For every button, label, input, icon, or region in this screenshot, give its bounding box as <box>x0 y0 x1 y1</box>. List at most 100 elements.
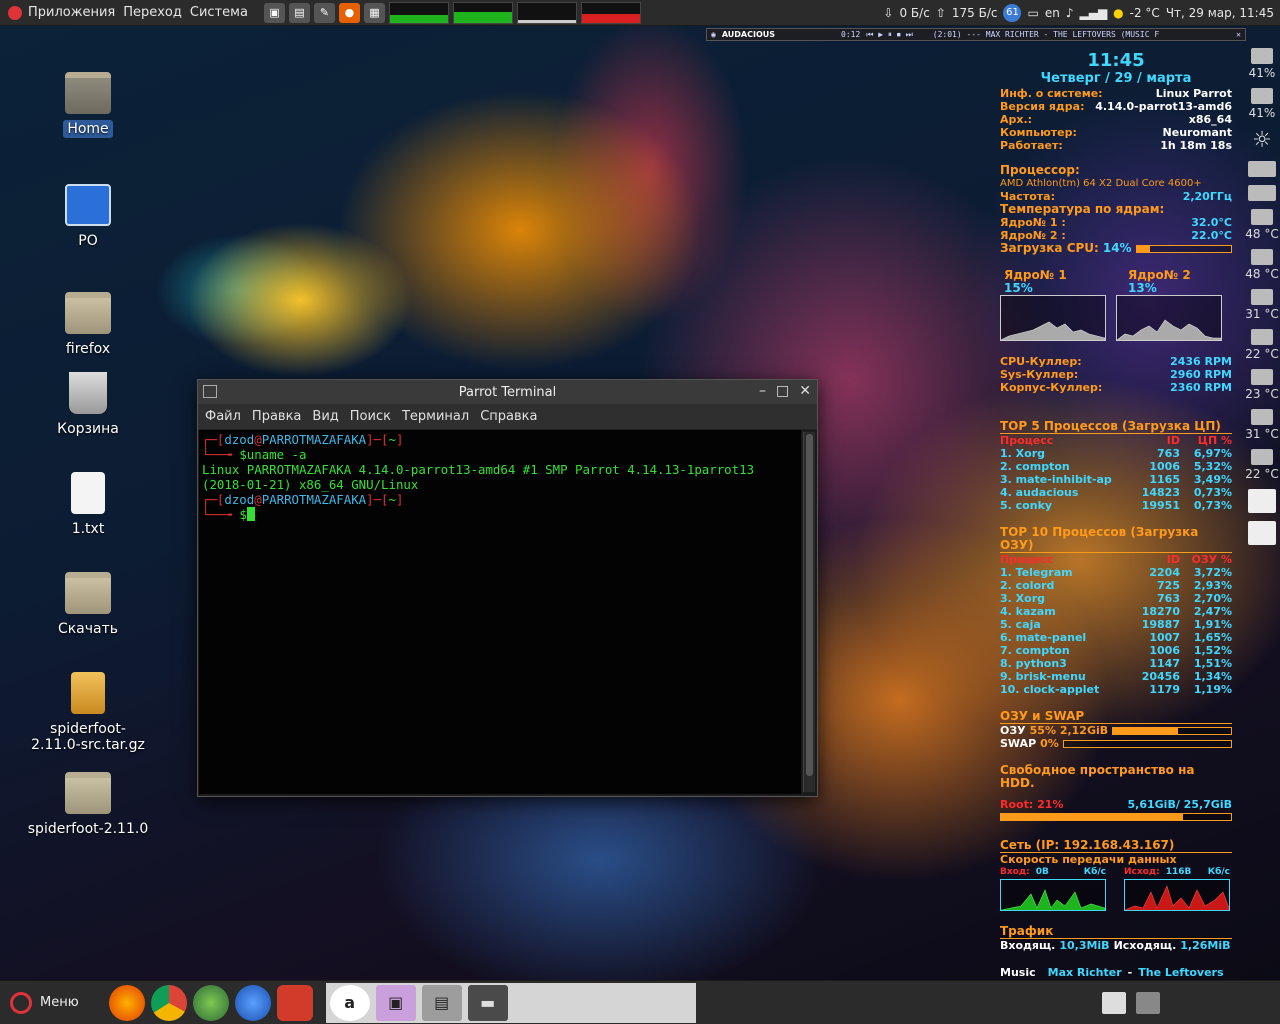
globe-icon[interactable] <box>192 984 229 1021</box>
core1-label: Ядро№ 1 : <box>1000 216 1066 229</box>
minimize-icon[interactable]: – <box>759 383 766 399</box>
net-up-icon: ⇧ <box>935 5 946 20</box>
search-icon[interactable] <box>1244 521 1280 545</box>
clock[interactable]: Чт, 29 мар, 11:45 <box>1166 6 1274 20</box>
calculator-launcher-icon[interactable]: ▦ <box>363 2 385 23</box>
desktop-icon-label: Корзина <box>57 421 119 437</box>
output-line-2: (2018-01-21) x86_64 GNU/Linux <box>202 477 419 492</box>
chrome-icon[interactable] <box>150 984 187 1021</box>
maximize-icon[interactable]: □ <box>776 383 789 399</box>
sensor-item[interactable]: 31 °C <box>1244 289 1280 321</box>
desktop-icon-label: Скачать <box>57 621 119 637</box>
menu-edit[interactable]: Правка <box>252 409 301 424</box>
drive-icon[interactable] <box>1244 185 1280 201</box>
process-name: 3. Xorg <box>1000 592 1045 605</box>
prompt-user: dzod <box>224 432 255 447</box>
sleep-icon[interactable] <box>1102 991 1126 1014</box>
terminal-launcher-icon[interactable]: ▤ <box>288 2 310 23</box>
drive-icon[interactable] <box>1244 161 1280 177</box>
process-pct: 5,32% <box>1193 460 1232 473</box>
process-name: 2. colord <box>1000 579 1055 592</box>
process-id: 1165 <box>1149 473 1180 486</box>
sensor-item[interactable]: 48 °C <box>1244 249 1280 281</box>
audacious-close-icon[interactable]: ✕ <box>1236 30 1241 39</box>
signal-icon[interactable]: ▂▄▆ <box>1079 6 1107 20</box>
terminal-scrollbar[interactable] <box>803 432 815 792</box>
desktop-icon-spiderfoot[interactable]: spiderfoot-2.11.0 <box>23 772 153 838</box>
ie-icon[interactable] <box>234 984 271 1021</box>
process-row: 1. Xorg 763 6,97% <box>1000 447 1232 460</box>
desktop-icon-home[interactable]: Home <box>23 72 153 138</box>
brightness-icon[interactable]: ☼ <box>1244 128 1280 153</box>
arch-label: Арх.: <box>1000 113 1033 126</box>
menu-system[interactable]: Система <box>190 5 248 20</box>
close-icon[interactable]: ✕ <box>799 383 811 399</box>
audacious-track: (2:01) --- MAX RICHTER - THE LEFTOVERS (… <box>932 30 1160 39</box>
menu-places[interactable]: Переход <box>123 5 182 20</box>
menu-terminal[interactable]: Терминал <box>402 409 469 424</box>
editor-launcher-icon[interactable]: ✎ <box>313 2 335 23</box>
keyboard-layout[interactable]: en <box>1045 6 1060 20</box>
audacious-controls[interactable]: ⏮ ▶ ⏸ ⏹ ⏭ <box>866 30 912 40</box>
load-monitor-graph[interactable] <box>580 1 641 24</box>
menu-file[interactable]: Файл <box>205 409 241 424</box>
notification-badge[interactable]: 61 <box>1003 3 1022 22</box>
net-out-unit: Кб/с <box>1207 867 1230 877</box>
process-id: 19887 <box>1141 618 1180 631</box>
sensor-item[interactable]: 22 °C <box>1244 329 1280 361</box>
audacious-task-icon[interactable]: a <box>329 984 370 1021</box>
sensor-item[interactable]: 31 °C <box>1244 409 1280 441</box>
cpu-monitor-graph[interactable] <box>388 1 449 24</box>
sensor-item[interactable]: 22 °C <box>1244 449 1280 481</box>
core2-temp: 22.0°C <box>1191 229 1232 242</box>
terminal-title: Parrot Terminal <box>458 384 557 400</box>
root-bar-fill <box>1001 814 1183 820</box>
start-menu-button[interactable]: Меню <box>0 981 89 1024</box>
menu-applications[interactable]: Приложения <box>28 5 115 20</box>
kernel-label: Версия ядра: <box>1000 100 1085 113</box>
sensor-item[interactable]: 48 °C <box>1244 209 1280 241</box>
doublecmd-icon[interactable] <box>276 984 313 1021</box>
process-pct: 1,52% <box>1193 644 1232 657</box>
share-icon[interactable] <box>1244 489 1280 513</box>
music-title: The Leftovers <box>1138 966 1224 979</box>
sensor-item[interactable]: 41% <box>1244 48 1280 80</box>
net-monitor-graph[interactable] <box>516 1 577 24</box>
camera-icon[interactable]: ▭ <box>1027 6 1038 20</box>
files-task-icon[interactable]: ▤ <box>421 984 462 1021</box>
firefox-icon[interactable] <box>108 984 145 1021</box>
process-id: 1147 <box>1149 657 1180 670</box>
process-id: 725 <box>1157 579 1180 592</box>
core1-pct: 15% <box>1004 281 1033 295</box>
menu-help[interactable]: Справка <box>480 409 537 424</box>
scrollbar-thumb[interactable] <box>806 434 813 776</box>
terminal-output[interactable]: ┌─[dzod@PARROTMAZAFAKA]─[~] └──╼ $uname … <box>199 430 801 794</box>
weather-temp[interactable]: -2 °C <box>1130 6 1160 20</box>
menu-view[interactable]: Вид <box>312 409 338 424</box>
volume-icon[interactable]: ♪ <box>1066 6 1074 20</box>
mem-monitor-graph[interactable] <box>452 1 513 24</box>
sensor-item[interactable]: 41% <box>1244 88 1280 120</box>
desktop-icon-po[interactable]: PO <box>23 184 153 250</box>
process-row: 4. kazam 18270 2,47% <box>1000 605 1232 618</box>
terminal-window[interactable]: Parrot Terminal – □ ✕ Файл Правка Вид По… <box>197 379 818 797</box>
process-pct: 1,65% <box>1193 631 1232 644</box>
desktop-icon-firefox[interactable]: firefox <box>23 292 153 358</box>
desktop-icon-archive[interactable]: spiderfoot-2.11.0-src.tar.gz <box>23 672 153 754</box>
process-pct: 0,73% <box>1193 499 1232 512</box>
computer-launcher-icon[interactable]: ▣ <box>263 2 285 23</box>
trash-icon <box>69 372 107 414</box>
sensor-item[interactable]: 23 °C <box>1244 369 1280 401</box>
desktop-icon-txt[interactable]: 1.txt <box>23 472 153 538</box>
net-in-graph <box>1000 879 1106 911</box>
firefox-launcher-icon[interactable]: ● <box>338 2 360 23</box>
traffic-out-value: 1,26MiB <box>1180 939 1231 952</box>
music-label: Music <box>1000 966 1036 979</box>
terminal-titlebar[interactable]: Parrot Terminal – □ ✕ <box>198 380 817 404</box>
desktop-icon-trash[interactable]: Корзина <box>23 372 153 438</box>
kazam-task-icon[interactable]: ▣ <box>375 984 416 1021</box>
desktop-icon-downloads[interactable]: Скачать <box>23 572 153 638</box>
menu-search[interactable]: Поиск <box>350 409 391 424</box>
show-desktop-icon[interactable] <box>1136 991 1160 1014</box>
terminal-task-icon[interactable]: ▬ <box>467 984 508 1021</box>
